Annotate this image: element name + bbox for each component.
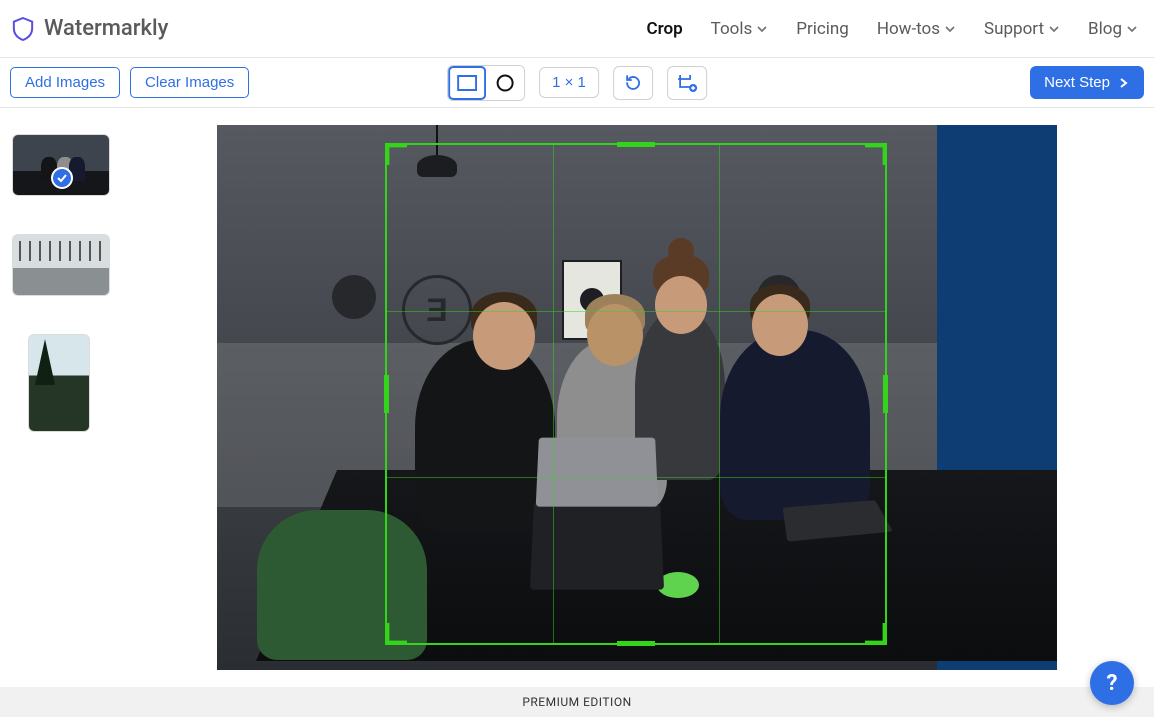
crop-handle-bottom[interactable] (617, 641, 655, 646)
add-preset-button[interactable] (667, 66, 707, 100)
nav-tools[interactable]: Tools (711, 19, 769, 39)
crop-selection[interactable] (385, 143, 887, 645)
circle-icon (496, 74, 514, 92)
rotate-icon (623, 73, 643, 93)
crop-add-icon (676, 73, 698, 93)
edition-label: PREMIUM EDITION (522, 695, 631, 709)
help-icon: ? (1107, 671, 1118, 696)
app-header: Watermarkly Crop Tools Pricing How-tos S… (0, 0, 1154, 58)
chevron-down-icon (756, 23, 768, 35)
crop-handle-bottom-right[interactable] (865, 623, 887, 645)
crop-handle-right[interactable] (883, 375, 888, 413)
image-canvas[interactable]: E (217, 125, 1057, 670)
thumbnail-item[interactable] (12, 134, 110, 196)
chevron-down-icon (944, 23, 956, 35)
crop-handle-bottom-left[interactable] (385, 623, 407, 645)
nav-howtos[interactable]: How-tos (877, 19, 956, 39)
crop-shape-group (447, 65, 525, 101)
chevron-down-icon (1048, 23, 1060, 35)
nav-support[interactable]: Support (984, 19, 1060, 39)
main-nav: Crop Tools Pricing How-tos Support Blog (646, 19, 1138, 39)
clear-images-button[interactable]: Clear Images (130, 67, 249, 98)
crop-handle-top[interactable] (617, 142, 655, 147)
crop-handle-left[interactable] (384, 375, 389, 413)
crop-shape-rectangle-button[interactable] (448, 66, 486, 100)
aspect-ratio-button[interactable]: 1 × 1 (539, 67, 599, 98)
selected-check-icon (51, 167, 73, 189)
rotate-button[interactable] (613, 66, 653, 100)
rectangle-icon (457, 75, 477, 91)
crop-handle-top-right[interactable] (865, 143, 887, 165)
nav-pricing[interactable]: Pricing (796, 19, 849, 39)
next-step-button[interactable]: Next Step (1030, 66, 1144, 99)
nav-blog[interactable]: Blog (1088, 19, 1138, 39)
brand-name: Watermarkly (44, 16, 168, 41)
canvas-area: E (140, 108, 1154, 687)
chevron-down-icon (1126, 23, 1138, 35)
shield-logo-icon (12, 17, 34, 41)
chevron-right-icon (1116, 76, 1130, 90)
footer-bar: PREMIUM EDITION (0, 687, 1154, 717)
crop-shape-circle-button[interactable] (486, 66, 524, 100)
nav-crop[interactable]: Crop (646, 19, 682, 39)
thumbnail-item[interactable] (28, 334, 90, 432)
add-images-button[interactable]: Add Images (10, 67, 120, 98)
thumbnail-sidebar (0, 108, 140, 687)
workspace: E (0, 108, 1154, 687)
brand[interactable]: Watermarkly (12, 16, 168, 41)
help-button[interactable]: ? (1090, 661, 1134, 705)
crop-handle-top-left[interactable] (385, 143, 407, 165)
crop-toolbar: Add Images Clear Images 1 × 1 Next Step (0, 58, 1154, 108)
thumbnail-item[interactable] (12, 234, 110, 296)
